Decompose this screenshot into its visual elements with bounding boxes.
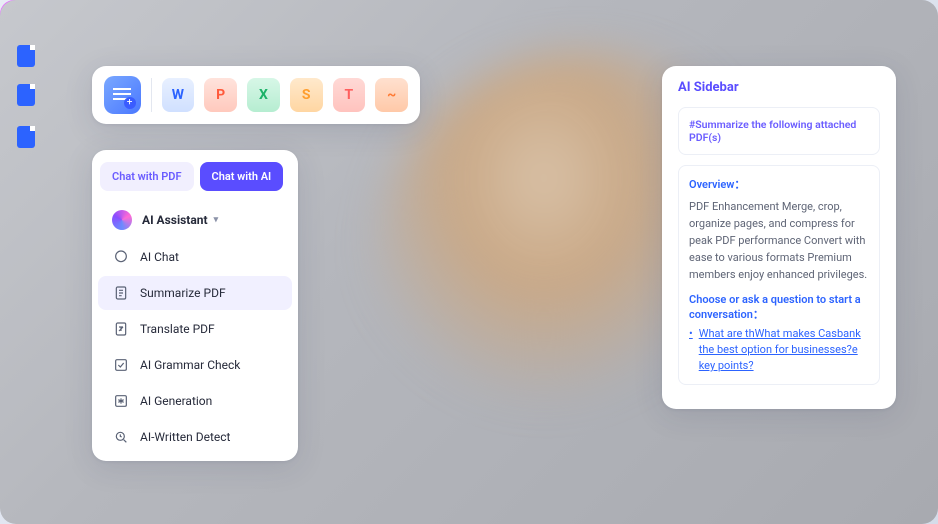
conversation-cue: Choose or ask a question to start a conv… xyxy=(689,293,869,322)
menu-summarize-pdf[interactable]: Summarize PDF xyxy=(98,276,292,310)
translate-icon xyxy=(112,320,130,338)
suggested-question-link[interactable]: • What are thWhat makes Casbank the best… xyxy=(689,326,869,374)
menu-grammar-check[interactable]: AI Grammar Check xyxy=(98,348,292,382)
menu-label: AI Generation xyxy=(140,394,212,408)
pdf-file-icon xyxy=(17,84,35,106)
ai-menu: AI Assistant ▾ AI Chat Summarize PDF Tra… xyxy=(92,201,298,455)
overview-body: PDF Enhancement Merge, crop, organize pa… xyxy=(689,198,869,283)
ai-tools-panel: Chat with PDF Chat with AI AI Assistant … xyxy=(92,150,298,461)
ai-tabs: Chat with PDF Chat with AI xyxy=(92,158,298,201)
word-file-icon[interactable]: W xyxy=(162,78,195,112)
summarize-icon xyxy=(112,284,130,302)
pdf-file-icon xyxy=(17,45,35,67)
app-icon-bar: + W P X S T ~ xyxy=(92,66,420,124)
suggested-question-text: What are thWhat makes Casbank the best o… xyxy=(699,326,869,374)
prompt-tag: #Summarize the following attached PDF(s) xyxy=(689,118,869,144)
ppt-file-icon[interactable]: P xyxy=(204,78,237,112)
overview-box: Overview： PDF Enhancement Merge, crop, o… xyxy=(678,165,880,385)
note-file-icon[interactable]: S xyxy=(290,78,323,112)
text-file-icon[interactable]: T xyxy=(333,78,366,112)
menu-label: Summarize PDF xyxy=(140,286,226,300)
excel-file-icon[interactable]: X xyxy=(247,78,280,112)
grammar-icon xyxy=(112,356,130,374)
menu-label: AI Assistant xyxy=(142,213,208,227)
menu-ai-chat[interactable]: AI Chat xyxy=(98,240,292,274)
prompt-tag-box: #Summarize the following attached PDF(s) xyxy=(678,107,880,155)
detect-icon xyxy=(112,428,130,446)
menu-label: AI-Written Detect xyxy=(140,430,230,444)
menu-translate-pdf[interactable]: Translate PDF xyxy=(98,312,292,346)
image-file-icon[interactable]: ~ xyxy=(375,78,408,112)
tab-chat-with-pdf[interactable]: Chat with PDF xyxy=(100,162,194,191)
menu-ai-written-detect[interactable]: AI-Written Detect xyxy=(98,420,292,454)
tab-chat-with-ai[interactable]: Chat with AI xyxy=(200,162,284,191)
assistant-avatar-icon xyxy=(112,210,132,230)
app-new-document-tile[interactable]: + xyxy=(104,76,141,114)
menu-label: AI Chat xyxy=(140,250,179,264)
menu-label: AI Grammar Check xyxy=(140,358,240,372)
plus-badge-icon: + xyxy=(124,97,136,109)
pdf-file-icon xyxy=(17,126,35,148)
chevron-down-icon: ▾ xyxy=(214,215,219,225)
generation-icon xyxy=(112,392,130,410)
separator xyxy=(151,78,152,112)
ai-sidebar-title: AI Sidebar xyxy=(678,80,880,95)
menu-ai-generation[interactable]: AI Generation xyxy=(98,384,292,418)
menu-label: Translate PDF xyxy=(140,322,215,336)
ai-sidebar-panel: AI Sidebar #Summarize the following atta… xyxy=(662,66,896,409)
chat-icon xyxy=(112,248,130,266)
overview-label: Overview： xyxy=(689,176,869,192)
menu-ai-assistant[interactable]: AI Assistant ▾ xyxy=(98,202,292,238)
bullet-icon: • xyxy=(689,326,693,374)
